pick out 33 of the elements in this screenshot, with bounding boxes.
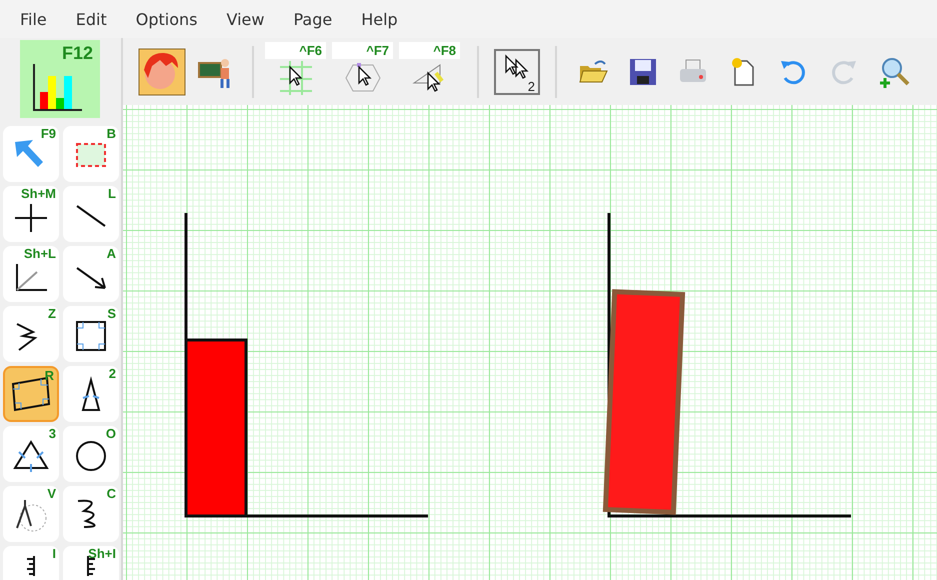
tool-button[interactable]: F9 — [3, 126, 59, 182]
cursor-mode-button[interactable]: ^F7 — [332, 42, 393, 102]
avatar-button[interactable] — [138, 46, 186, 98]
menu-item[interactable]: Edit — [76, 10, 107, 28]
tool-button[interactable]: O — [63, 426, 119, 482]
tool-button[interactable]: L — [63, 186, 119, 242]
tool-button[interactable]: Sh+M — [3, 186, 59, 242]
tool-button[interactable]: 3 — [3, 426, 59, 482]
tool-button[interactable]: 2 — [63, 366, 119, 422]
tool-button[interactable]: Z — [3, 306, 59, 362]
menu-item[interactable]: File — [20, 10, 47, 28]
tool-button[interactable]: C — [63, 486, 119, 542]
tool-button[interactable]: I — [3, 546, 59, 580]
drawing-canvas[interactable] — [123, 105, 937, 580]
ruler-icon — [26, 555, 36, 576]
tool-button[interactable]: R — [3, 366, 59, 422]
cursor-mode-button[interactable]: ^F8 — [399, 42, 460, 102]
tool-button[interactable]: B — [63, 126, 119, 182]
avatar-icon — [138, 48, 186, 96]
menu-item[interactable]: View — [226, 10, 264, 28]
multi-select-button[interactable]: 2 — [494, 48, 540, 94]
tool-button[interactable]: S — [63, 306, 119, 362]
menu-item[interactable]: Options — [136, 10, 198, 28]
menu-item[interactable]: Page — [293, 10, 332, 28]
cursor-mode-button[interactable]: ^F6 — [265, 42, 326, 102]
tool-button[interactable]: V — [3, 486, 59, 542]
zoom-icon — [879, 56, 911, 88]
chart-tool-button[interactable]: F12 — [20, 40, 100, 118]
tool-button[interactable]: Sh+L — [3, 246, 59, 302]
menu-item[interactable]: Help — [361, 10, 398, 28]
bar-chart-icon — [32, 62, 84, 114]
tool-button[interactable]: A — [63, 246, 119, 302]
tool-button[interactable]: Sh+I — [63, 546, 119, 580]
